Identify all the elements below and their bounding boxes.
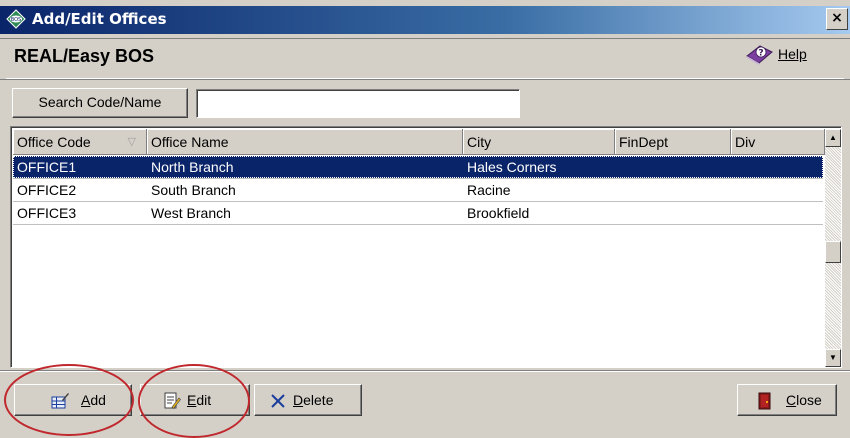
delete-label: Delete (293, 392, 334, 408)
scroll-down-icon[interactable]: ▼ (825, 349, 841, 367)
door-exit-icon (758, 392, 771, 410)
vertical-scrollbar[interactable]: ▲ ▼ (825, 129, 841, 367)
window-titlebar: BOS Add/Edit Offices × (0, 0, 850, 38)
help-book-icon[interactable]: ? (744, 40, 774, 68)
add-record-icon (51, 393, 69, 409)
cell-city: Racine (467, 182, 511, 198)
row-divider (13, 224, 823, 225)
header-separator (0, 79, 850, 80)
search-code-name-button[interactable]: Search Code/Name (12, 88, 188, 118)
cell-office-name: West Branch (151, 205, 231, 221)
close-label: Close (786, 392, 822, 408)
column-header-div[interactable]: Div (731, 129, 825, 155)
app-title: REAL/Easy BOS (14, 46, 155, 66)
close-button[interactable]: Close (737, 384, 837, 416)
delete-button[interactable]: Delete (254, 384, 362, 416)
edit-document-icon (164, 392, 181, 409)
delete-x-icon (271, 394, 285, 408)
column-header-office-name[interactable]: Office Name (147, 129, 463, 155)
titlebar-separator (0, 38, 850, 39)
add-label: Add (81, 392, 106, 408)
app-header: REAL/Easy BOS ? Help (6, 42, 844, 79)
bos-logo-icon: BOS (6, 9, 26, 29)
cell-office-name: South Branch (151, 182, 236, 198)
column-header-findept[interactable]: FinDept (615, 129, 731, 155)
sort-down-icon: ▽ (127, 136, 136, 148)
column-label: Office Name (151, 134, 229, 150)
cell-office-code: OFFICE1 (17, 159, 77, 175)
cell-office-code: OFFICE3 (17, 205, 77, 221)
column-label: FinDept (619, 134, 669, 150)
add-button[interactable]: Add (14, 384, 132, 416)
table-row[interactable]: OFFICE2 South Branch Racine (13, 179, 823, 201)
search-input[interactable] (196, 89, 520, 118)
window-close-button[interactable]: × (826, 8, 848, 30)
footer-separator-highlight (0, 371, 850, 372)
column-label: Div (735, 134, 756, 150)
column-label: City (467, 134, 492, 150)
offices-grid: Office Code ▽ Office Name City FinDept D… (10, 126, 842, 368)
table-row[interactable]: OFFICE3 West Branch Brookfield (13, 202, 823, 224)
scroll-thumb[interactable] (825, 241, 841, 263)
column-header-office-code[interactable]: Office Code ▽ (13, 129, 147, 155)
svg-text:?: ? (758, 49, 763, 59)
cell-office-name: North Branch (151, 159, 234, 175)
column-header-city[interactable]: City (463, 129, 615, 155)
column-label: Office Code (17, 134, 91, 150)
edit-label: Edit (187, 392, 212, 408)
cell-office-code: OFFICE2 (17, 182, 77, 198)
table-row[interactable]: OFFICE1 North Branch Hales Corners (13, 156, 823, 178)
cell-city: Hales Corners (467, 159, 557, 175)
scroll-up-icon[interactable]: ▲ (825, 129, 841, 147)
help-link[interactable]: Help (778, 46, 807, 62)
edit-button[interactable]: Edit (140, 384, 250, 416)
cell-city: Brookfield (467, 205, 530, 221)
window-title: Add/Edit Offices (32, 10, 167, 28)
svg-text:BOS: BOS (11, 17, 21, 23)
help-label: Help (778, 46, 807, 62)
